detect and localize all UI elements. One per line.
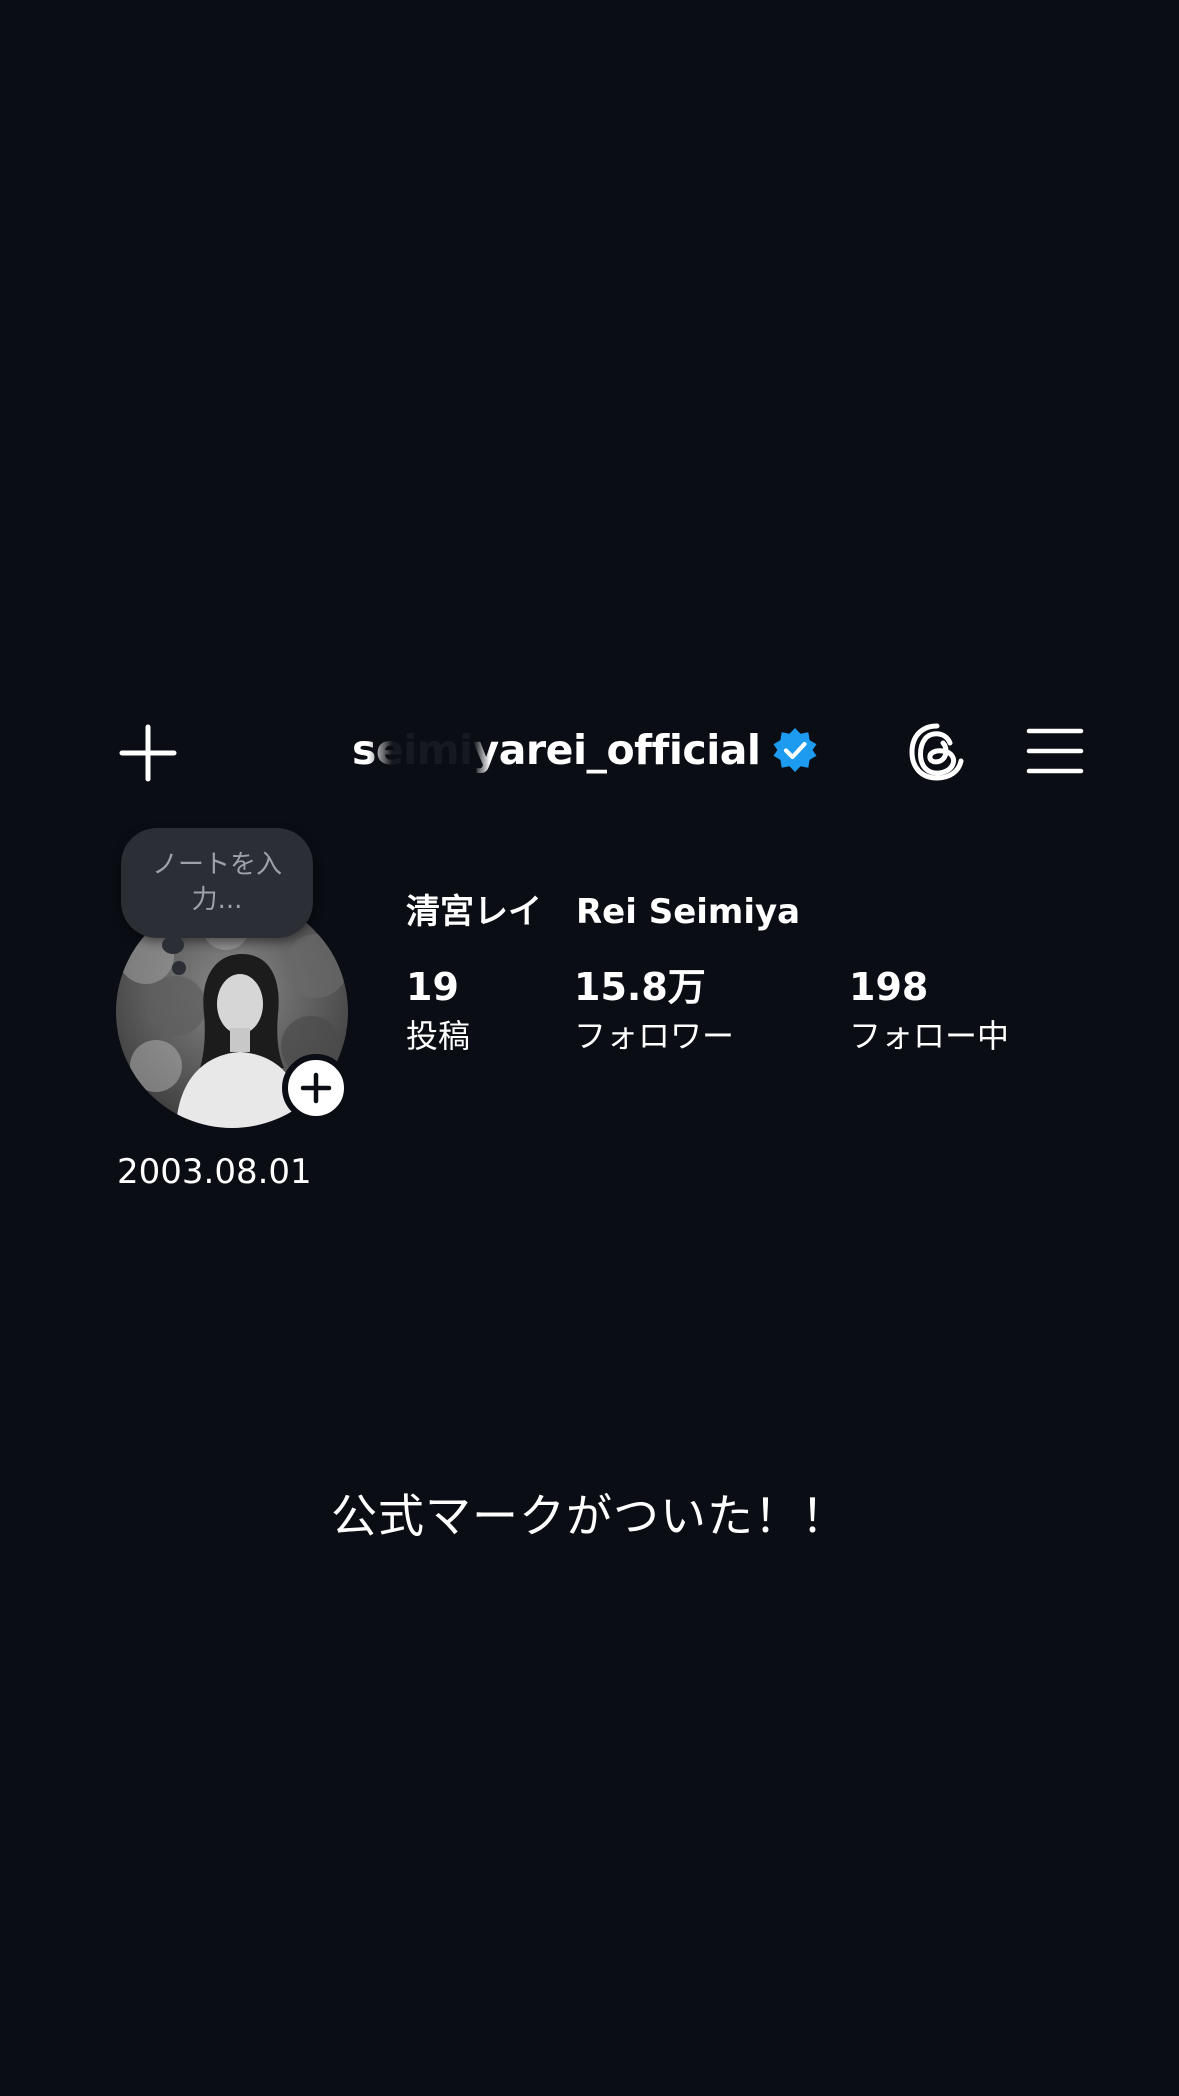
stat-followers[interactable]: 15.8万 フォロワー (574, 962, 734, 1060)
plus-icon (300, 1072, 332, 1104)
plus-icon[interactable] (118, 723, 178, 783)
note-placeholder: ノートを入力... (151, 850, 282, 915)
following-label: フォロー中 (849, 1017, 1010, 1055)
profile-header: seimiyarei_official (0, 705, 1179, 795)
followers-count: 15.8万 (574, 965, 706, 1009)
menu-icon[interactable] (1026, 725, 1084, 777)
caption-text: 公式マークがついた！！ (331, 1489, 848, 1543)
bio-text: 2003.08.01 (117, 1152, 312, 1192)
verified-icon (771, 726, 819, 774)
note-bubble[interactable]: ノートを入力... (121, 828, 313, 938)
add-story-button[interactable] (282, 1054, 350, 1122)
posts-label: 投稿 (406, 1017, 471, 1055)
note-bubble-tail-dot (172, 961, 186, 975)
threads-icon[interactable] (906, 721, 968, 783)
stat-posts[interactable]: 19 投稿 (406, 962, 470, 1060)
posts-count: 19 (406, 965, 459, 1009)
following-count: 198 (849, 965, 929, 1009)
stat-following[interactable]: 198 フォロー中 (849, 962, 1009, 1060)
followers-label: フォロワー (574, 1017, 735, 1055)
note-bubble-tail (162, 936, 184, 954)
username: seimiyarei_official (352, 726, 761, 774)
username-switcher[interactable]: seimiyarei_official (352, 723, 819, 777)
display-name: 清宮レイ Rei Seimiya (406, 892, 801, 932)
